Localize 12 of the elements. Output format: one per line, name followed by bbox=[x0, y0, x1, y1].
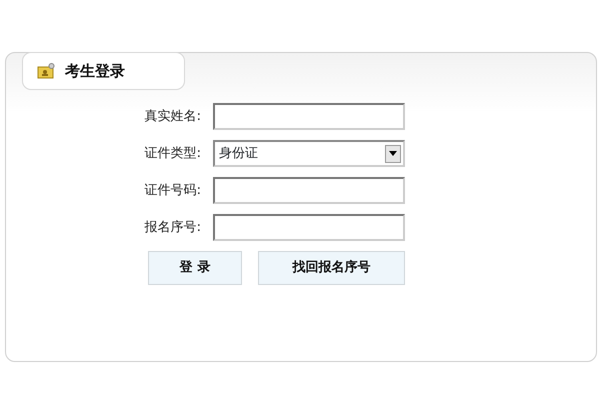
field-label: 证件类型: bbox=[144, 144, 201, 163]
input-field[interactable] bbox=[213, 214, 405, 241]
field-label: 证件号码: bbox=[144, 182, 201, 200]
form-button[interactable]: 登 录 bbox=[148, 251, 242, 285]
field-label: 真实姓名: bbox=[144, 108, 201, 126]
input-field[interactable] bbox=[213, 177, 405, 204]
input-field[interactable] bbox=[213, 103, 405, 130]
panel-title: 考生登录 bbox=[65, 60, 125, 82]
field-label: 报名序号: bbox=[144, 218, 201, 237]
id-card-icon bbox=[37, 63, 55, 79]
form-button[interactable]: 找回报名序号 bbox=[258, 251, 405, 285]
select-field[interactable]: 身份证 bbox=[213, 140, 405, 167]
